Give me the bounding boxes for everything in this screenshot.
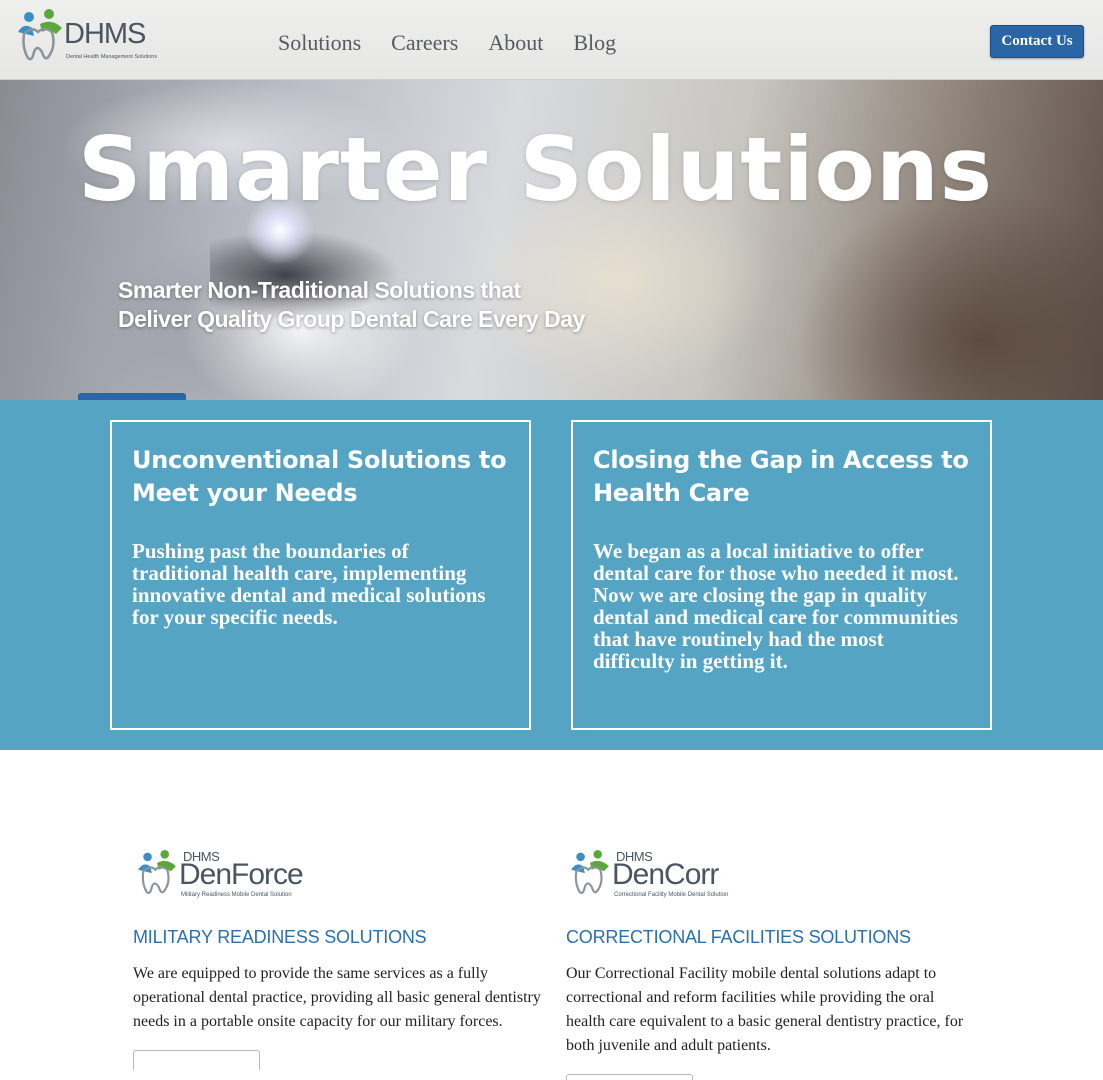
value-props-band: Unconventional Solutions to Meet your Ne… <box>0 400 1103 750</box>
product-heading: CORRECTIONAL FACILITIES SOLUTIONS <box>566 927 911 947</box>
dhms-tooth-people-logo-icon <box>138 850 176 895</box>
hero-banner: Smarter Solutions Smarter Non-Traditiona… <box>0 80 1103 400</box>
site-header: DHMS Dental Health Management Solutions … <box>0 0 1103 80</box>
dhms-tooth-people-logo-icon <box>18 9 62 61</box>
product-dencorr: DHMS DenCorr Correctional Facility Mobil… <box>566 845 976 1080</box>
learn-more-button[interactable] <box>133 1050 260 1070</box>
dhms-logo[interactable]: DHMS Dental Health Management Solutions <box>12 8 162 68</box>
hero-title: Smarter Solutions <box>78 118 994 221</box>
product-description: We are equipped to provide the same serv… <box>133 965 541 1030</box>
main-nav: Solutions Careers About Blog <box>278 30 616 56</box>
value-card-unconventional: Unconventional Solutions to Meet your Ne… <box>110 420 531 730</box>
nav-about[interactable]: About <box>488 30 543 56</box>
denforce-logo: DHMS DenForce Military Readiness Mobile … <box>133 845 333 905</box>
hero-subtitle-line2: Deliver Quality Group Dental Care Every … <box>118 306 585 332</box>
value-card-body: We began as a local initiative to offer … <box>593 539 959 673</box>
nav-solutions[interactable]: Solutions <box>278 30 361 56</box>
product-description: Our Correctional Facility mobile dental … <box>566 965 964 1054</box>
logo-subtitle: Dental Health Management Solutions <box>66 54 158 60</box>
nav-careers[interactable]: Careers <box>391 30 458 56</box>
hero-subtitle: Smarter Non-Traditional Solutions that D… <box>118 276 678 334</box>
product-logo-name: DenCorr <box>612 858 719 891</box>
nav-blog[interactable]: Blog <box>573 30 616 56</box>
hero-subtitle-line1: Smarter Non-Traditional Solutions that <box>118 277 521 303</box>
logo-wordmark: DHMS <box>64 18 146 50</box>
hero-cta-button[interactable] <box>78 393 186 400</box>
product-logo-tagline: Correctional Facility Mobile Dental Solu… <box>614 892 729 898</box>
dencorr-logo: DHMS DenCorr Correctional Facility Mobil… <box>566 845 766 905</box>
value-card-title: Unconventional Solutions to Meet your Ne… <box>132 446 507 507</box>
product-logo-name: DenForce <box>179 858 304 891</box>
value-card-body: Pushing past the boundaries of tradition… <box>132 539 486 629</box>
product-heading: MILITARY READINESS SOLUTIONS <box>133 927 427 947</box>
learn-more-button[interactable] <box>566 1074 693 1080</box>
dhms-tooth-people-logo-icon <box>571 850 609 895</box>
product-denforce: DHMS DenForce Military Readiness Mobile … <box>133 845 543 1070</box>
contact-us-button[interactable]: Contact Us <box>990 25 1084 58</box>
value-card-closing-gap: Closing the Gap in Access to Health Care… <box>571 420 992 730</box>
product-logo-tagline: Military Readiness Mobile Dental Solutio… <box>181 892 292 898</box>
value-card-title: Closing the Gap in Access to Health Care <box>593 446 969 507</box>
